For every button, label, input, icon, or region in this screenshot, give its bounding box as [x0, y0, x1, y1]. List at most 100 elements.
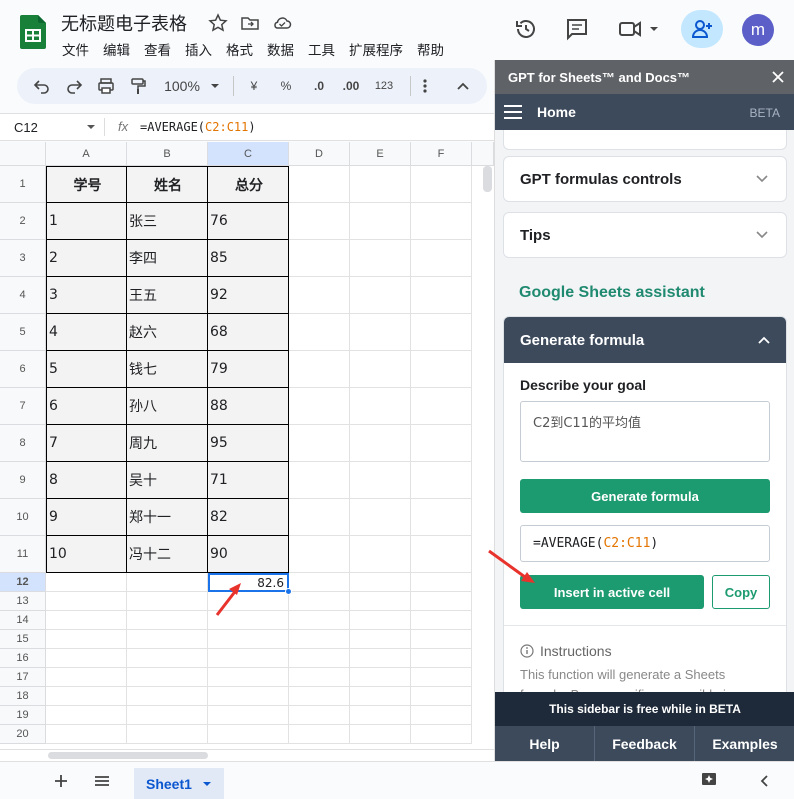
cell[interactable]: [46, 573, 127, 592]
data-cell[interactable]: 92: [208, 277, 289, 314]
cell[interactable]: [350, 573, 411, 592]
cell[interactable]: [350, 706, 411, 725]
menu-data[interactable]: 数据: [267, 39, 294, 59]
percent-format-button[interactable]: %: [277, 77, 295, 95]
cell[interactable]: [350, 592, 411, 611]
cell[interactable]: [208, 649, 289, 668]
row-header-8[interactable]: 8: [0, 425, 46, 462]
zoom-select[interactable]: 100%: [162, 77, 202, 95]
row-header-19[interactable]: 19: [0, 706, 46, 725]
cell[interactable]: [46, 630, 127, 649]
cell[interactable]: [127, 649, 208, 668]
cell[interactable]: [411, 203, 472, 240]
data-cell[interactable]: 张三: [127, 203, 208, 240]
data-cell[interactable]: 76: [208, 203, 289, 240]
menu-insert[interactable]: 插入: [185, 39, 212, 59]
cell[interactable]: [46, 611, 127, 630]
cell[interactable]: [411, 314, 472, 351]
cell[interactable]: [289, 277, 350, 314]
cell[interactable]: [350, 240, 411, 277]
row-header-11[interactable]: 11: [0, 536, 46, 573]
cell[interactable]: [289, 649, 350, 668]
redo-icon[interactable]: [65, 77, 83, 95]
close-icon[interactable]: [772, 71, 784, 83]
fill-handle[interactable]: [285, 588, 292, 595]
cell[interactable]: [350, 351, 411, 388]
row-header-3[interactable]: 3: [0, 240, 46, 277]
row-header-10[interactable]: 10: [0, 499, 46, 536]
history-icon[interactable]: [514, 17, 538, 41]
decrease-decimal-button[interactable]: .0: [307, 77, 331, 95]
row-header-15[interactable]: 15: [0, 630, 46, 649]
add-sheet-icon[interactable]: [54, 774, 68, 788]
horizontal-scrollbar[interactable]: [0, 749, 494, 761]
row-header-2[interactable]: 2: [0, 203, 46, 240]
cell[interactable]: [289, 240, 350, 277]
row-header-4[interactable]: 4: [0, 277, 46, 314]
row-header-18[interactable]: 18: [0, 687, 46, 706]
data-cell[interactable]: 85: [208, 240, 289, 277]
cell[interactable]: [289, 314, 350, 351]
column-header-f[interactable]: F: [411, 142, 472, 166]
cell[interactable]: [350, 536, 411, 573]
cell[interactable]: [289, 166, 350, 203]
cloud-saved-icon[interactable]: [272, 13, 292, 33]
cell[interactable]: [127, 687, 208, 706]
cell[interactable]: [289, 573, 350, 592]
comments-icon[interactable]: [565, 17, 589, 41]
cell[interactable]: [46, 592, 127, 611]
cell[interactable]: [46, 725, 127, 744]
cell[interactable]: [208, 725, 289, 744]
data-cell[interactable]: 79: [208, 351, 289, 388]
star-icon[interactable]: [208, 13, 228, 33]
cell[interactable]: [350, 630, 411, 649]
sheet-tab-sheet1[interactable]: Sheet1: [134, 768, 224, 799]
data-cell[interactable]: 82: [208, 499, 289, 536]
data-cell[interactable]: 钱七: [127, 351, 208, 388]
column-header-e[interactable]: E: [350, 142, 411, 166]
horizontal-scroll-thumb[interactable]: [48, 752, 208, 759]
cell[interactable]: [411, 240, 472, 277]
formula-input[interactable]: =AVERAGE(C2:C11): [140, 120, 256, 134]
cell[interactable]: [411, 351, 472, 388]
data-cell[interactable]: 吴十: [127, 462, 208, 499]
cell[interactable]: [289, 351, 350, 388]
data-cell[interactable]: 周九: [127, 425, 208, 462]
zoom-chevron-down-icon[interactable]: [209, 77, 221, 95]
cell[interactable]: [350, 687, 411, 706]
vertical-scroll-thumb[interactable]: [483, 166, 492, 192]
data-cell[interactable]: 冯十二: [127, 536, 208, 573]
name-box[interactable]: C12: [14, 120, 38, 135]
collapsed-section-partial[interactable]: [503, 130, 787, 150]
cell[interactable]: [350, 649, 411, 668]
cell[interactable]: [350, 611, 411, 630]
data-cell[interactable]: 4: [46, 314, 127, 351]
help-link[interactable]: Help: [495, 726, 595, 761]
formula-result-field[interactable]: =AVERAGE(C2:C11): [520, 525, 770, 562]
data-cell[interactable]: 3: [46, 277, 127, 314]
data-cell[interactable]: 赵六: [127, 314, 208, 351]
collapse-toolbar-chevron-up-icon[interactable]: [455, 77, 471, 95]
cell[interactable]: [411, 388, 472, 425]
cell[interactable]: [411, 668, 472, 687]
menu-view[interactable]: 查看: [144, 39, 171, 59]
row-header-16[interactable]: 16: [0, 649, 46, 668]
cell[interactable]: [289, 388, 350, 425]
data-cell[interactable]: 10: [46, 536, 127, 573]
cell[interactable]: [411, 649, 472, 668]
row-header-5[interactable]: 5: [0, 314, 46, 351]
hamburger-menu-icon[interactable]: [503, 104, 523, 120]
meet-video-icon[interactable]: [618, 17, 660, 41]
number-format-button[interactable]: 123: [371, 77, 397, 95]
cell[interactable]: [289, 725, 350, 744]
cell[interactable]: [411, 687, 472, 706]
cell[interactable]: [208, 668, 289, 687]
print-icon[interactable]: [97, 77, 115, 95]
cell[interactable]: [350, 314, 411, 351]
more-vert-icon[interactable]: [420, 77, 430, 95]
cell[interactable]: [289, 425, 350, 462]
goal-textarea[interactable]: C2到C11的平均值: [520, 401, 770, 462]
generate-formula-header[interactable]: Generate formula: [504, 317, 786, 363]
cell[interactable]: [289, 611, 350, 630]
sheet-tab-chevron-down-icon[interactable]: [202, 780, 212, 788]
